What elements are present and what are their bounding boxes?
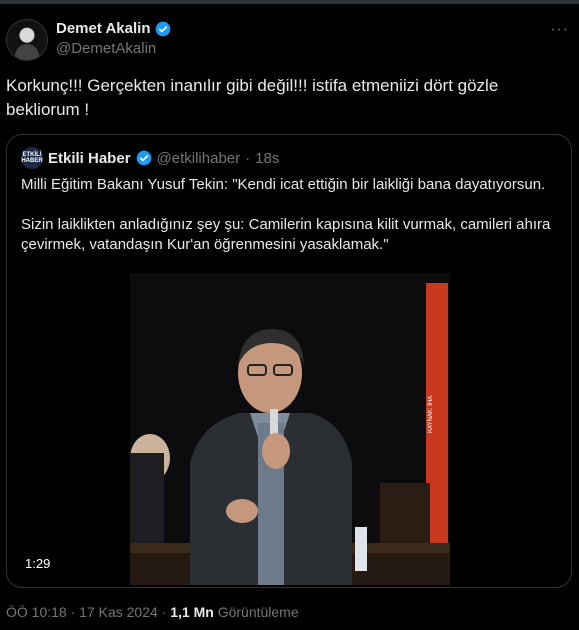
separator-dot: ·	[245, 149, 251, 167]
more-options-icon[interactable]: ···	[550, 21, 569, 39]
tweet-header: Demet Akalin @DemetAkalin ···	[6, 17, 571, 61]
verified-badge-icon	[136, 150, 151, 166]
tweet-footer: ÖÖ 10:18 · 17 Kas 2024 · 1,1 Mn Görüntül…	[6, 604, 299, 620]
author-name[interactable]: Demet Akalin	[56, 20, 150, 37]
view-count: 1,1 Mn	[170, 604, 214, 620]
video-duration: 1:29	[21, 555, 55, 572]
video-frame: KAYNAK: İHA	[130, 273, 450, 585]
avatar[interactable]	[6, 19, 48, 61]
verified-badge-icon	[156, 21, 171, 36]
post-date[interactable]: 17 Kas 2024	[79, 604, 158, 620]
tweet-text: Korkunç!!! Gerçekten inanılır gibi değil…	[6, 76, 499, 119]
separator-dot: ·	[161, 604, 167, 620]
quoted-paragraph: Milli Eğitim Bakanı Yusuf Tekin: "Kendi …	[21, 176, 546, 193]
quoted-author-name[interactable]: Etkili Haber	[48, 150, 131, 167]
author-handle[interactable]: @DemetAkalin	[56, 40, 156, 57]
top-divider	[0, 0, 579, 4]
quoted-time[interactable]: 18s	[255, 150, 279, 167]
post-time[interactable]: ÖÖ 10:18	[6, 604, 67, 620]
quoted-paragraph: Sizin laiklikten anladığınız şey şu: Cam…	[21, 216, 551, 253]
quoted-header: ETKİLİ HABER Etkili Haber @etkilihaber ·…	[21, 147, 279, 169]
video-watermark: KAYNAK: İHA	[427, 396, 434, 433]
quoted-text: Milli Eğitim Bakanı Yusuf Tekin: "Kendi …	[21, 175, 557, 275]
quoted-tweet[interactable]: ETKİLİ HABER Etkili Haber @etkilihaber ·…	[6, 134, 572, 588]
quoted-avatar[interactable]: ETKİLİ HABER	[21, 147, 43, 169]
views-label: Görüntüleme	[217, 604, 299, 620]
separator-dot: ·	[70, 604, 76, 620]
author-name-row: Demet Akalin	[56, 20, 171, 37]
quoted-handle[interactable]: @etkilihaber	[157, 150, 241, 167]
video-player[interactable]: KAYNAK: İHA	[130, 273, 450, 585]
